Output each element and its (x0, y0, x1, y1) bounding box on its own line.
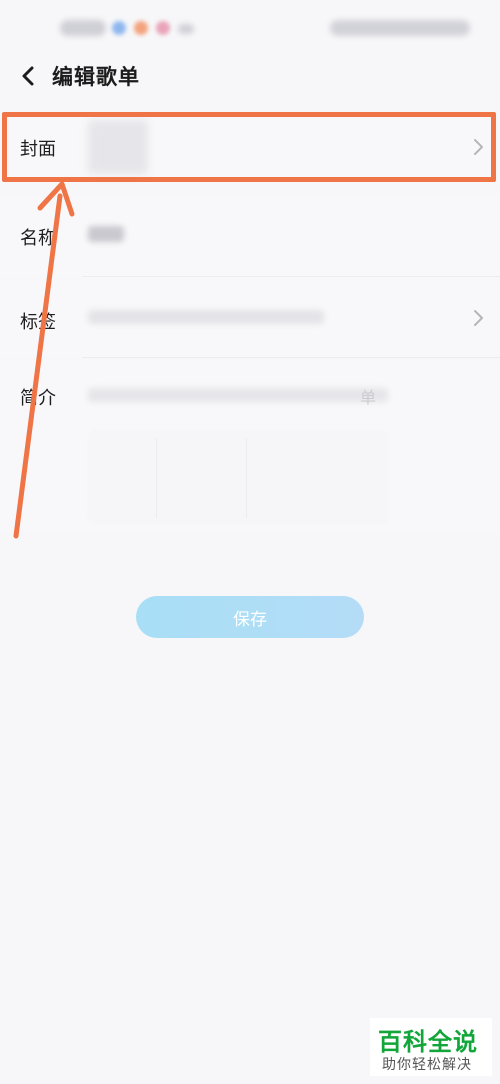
status-time (60, 20, 106, 36)
chevron-left-icon (22, 66, 34, 86)
divider (246, 438, 247, 518)
name-label: 名称 (20, 228, 56, 249)
tags-label: 标签 (20, 312, 56, 333)
intro-placeholder-tail: 单 (360, 388, 377, 407)
intro-row[interactable]: 简介 单 (0, 360, 500, 530)
intro-label: 简介 (20, 388, 56, 409)
name-input[interactable] (88, 226, 124, 242)
save-button[interactable]: 保存 (136, 596, 364, 638)
divider (82, 357, 500, 358)
watermark-title: 百科全说 (378, 1028, 478, 1056)
notification-icon (178, 24, 194, 34)
notification-icon (112, 21, 126, 35)
notification-icon (156, 21, 170, 35)
header: 编辑歌单 (0, 50, 500, 100)
tags-row[interactable]: 标签 (0, 280, 500, 358)
intro-textarea[interactable] (88, 430, 388, 524)
name-row[interactable]: 名称 (0, 198, 500, 278)
intro-placeholder (88, 388, 388, 402)
status-bar (0, 0, 500, 56)
divider (82, 276, 500, 277)
page: 编辑歌单 封面 名称 标签 简介 单 保存 百科全说 助你轻松解决 (0, 0, 500, 1084)
divider (156, 438, 157, 518)
watermark-subtitle: 助你轻松解决 (382, 1057, 472, 1073)
back-button[interactable] (14, 62, 42, 90)
status-indicators (330, 20, 470, 36)
chevron-right-icon (474, 310, 483, 326)
highlight-box (2, 112, 496, 182)
tags-placeholder (88, 310, 324, 324)
watermark-logo: 百科全说 助你轻松解决 (370, 1018, 492, 1076)
page-title: 编辑歌单 (52, 65, 140, 89)
notification-icon (134, 21, 148, 35)
